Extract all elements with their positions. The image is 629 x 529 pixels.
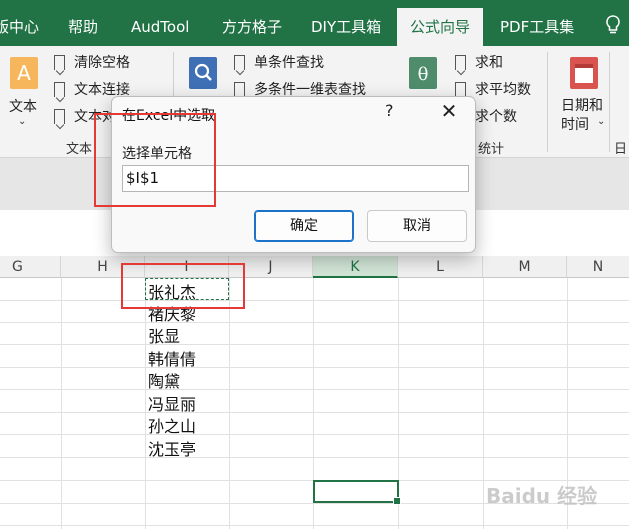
bookmark-icon — [54, 82, 65, 97]
stats-group-label: 统计 — [478, 142, 505, 157]
gridline — [0, 300, 629, 301]
annotation-box-dialog-field — [94, 113, 216, 207]
lookup-magnifier-icon[interactable] — [187, 56, 219, 90]
ok-button[interactable]: 确定 — [254, 210, 354, 242]
help-icon[interactable]: ? — [385, 101, 394, 120]
group-separator — [609, 52, 610, 152]
gridline — [0, 322, 629, 323]
clear-spaces-button[interactable]: 清除空格 — [54, 52, 130, 74]
single-condition-lookup-button[interactable]: 单条件查找 — [234, 52, 324, 74]
chevron-down-icon: ⌄ — [18, 116, 27, 127]
group-separator — [547, 52, 548, 152]
bookmark-icon — [54, 109, 65, 124]
column-header-m[interactable]: M — [483, 256, 567, 278]
gridline — [145, 278, 146, 529]
svg-text:A: A — [17, 61, 31, 85]
gridline — [483, 278, 484, 529]
lightbulb-icon[interactable] — [604, 14, 622, 36]
gridline — [0, 344, 629, 345]
text-group-label: 文本 — [66, 142, 93, 157]
chevron-down-icon: ⌄ — [597, 116, 606, 127]
active-cell-k10[interactable] — [313, 480, 401, 505]
text-big-button-label: 文本 — [9, 99, 37, 115]
annotation-box-cell-i1 — [121, 263, 245, 309]
column-header-g[interactable]: G — [0, 256, 61, 278]
tab-template-center[interactable]: 版中心 — [0, 0, 39, 46]
date-button-label-line1: 日期和 — [561, 98, 603, 114]
theta-function-icon[interactable]: θ — [407, 56, 439, 90]
column-header-k[interactable]: K — [313, 256, 398, 278]
watermark: Baidu 经验 — [486, 484, 598, 508]
tab-fangfang-gezi[interactable]: 方方格子 — [222, 0, 282, 46]
gridline — [0, 525, 629, 526]
cancel-button[interactable]: 取消 — [367, 210, 467, 242]
bookmark-icon — [234, 55, 245, 70]
tab-audtool[interactable]: AudTool — [131, 0, 189, 46]
gridline — [61, 278, 62, 529]
cell-i3[interactable]: 张显 — [148, 323, 180, 347]
cell-i8[interactable]: 沈玉亭 — [148, 436, 196, 460]
bookmark-icon — [455, 55, 466, 70]
bookmark-icon — [54, 55, 65, 70]
gridline — [0, 457, 629, 458]
gridline — [0, 434, 629, 435]
gridline — [0, 389, 629, 390]
gridline — [229, 278, 230, 529]
bookmark-icon — [234, 82, 245, 97]
sum-button[interactable]: 求和 — [455, 52, 503, 74]
svg-text:θ: θ — [418, 64, 429, 85]
text-letter-a-icon: A — [10, 57, 38, 89]
column-header-n[interactable]: N — [567, 256, 629, 278]
tab-pdf-tools[interactable]: PDF工具集 — [500, 0, 574, 46]
calendar-icon — [570, 57, 598, 89]
date-button-label-line2: 时间 — [561, 117, 589, 133]
cell-i7[interactable]: 孙之山 — [148, 413, 196, 437]
date-group-label: 日 — [614, 142, 628, 157]
tab-diy-toolbox[interactable]: DIY工具箱 — [311, 0, 381, 46]
column-header-l[interactable]: L — [398, 256, 483, 278]
close-icon[interactable]: ✕ — [434, 98, 464, 126]
cell-i5[interactable]: 陶黛 — [148, 368, 180, 392]
cell-i6[interactable]: 冯显丽 — [148, 391, 196, 415]
cell-i4[interactable]: 韩倩倩 — [148, 346, 196, 370]
tab-formula-wizard[interactable]: 公式向导 — [397, 8, 484, 46]
gridline — [0, 367, 629, 368]
ribbon-tab-bar: 版中心 帮助 AudTool 方方格子 DIY工具箱 公式向导 PDF工具集 — [0, 0, 629, 46]
bookmark-icon — [455, 82, 466, 97]
gridline — [0, 412, 629, 413]
tab-help[interactable]: 帮助 — [68, 0, 98, 46]
